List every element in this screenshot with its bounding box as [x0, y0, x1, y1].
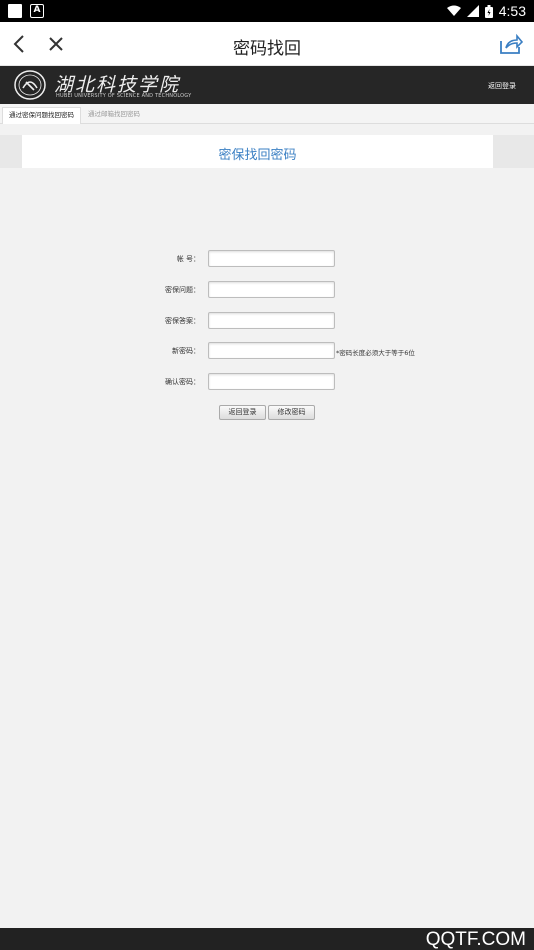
change-password-button[interactable]: 修改密码	[268, 405, 315, 420]
security-answer-input[interactable]	[208, 312, 335, 329]
security-answer-label: 密保答案：	[165, 317, 200, 325]
return-login-link[interactable]: 返回登录	[488, 81, 516, 91]
university-banner: 湖北科技学院 HUBEI UNIVERSITY OF SCIENCE AND T…	[0, 66, 534, 104]
top-app-bar: 密码找回	[0, 22, 534, 66]
bottom-bar: QQTF.COM	[0, 928, 534, 950]
notification-square-icon	[8, 4, 22, 18]
status-bar: A 4:53	[0, 0, 534, 22]
section-header-panel: 密保找回密码	[22, 135, 493, 168]
recovery-method-tabs: 通过密保问题找回密码 通过邮箱找回密码	[0, 104, 534, 124]
logo-english-text: HUBEI UNIVERSITY OF SCIENCE AND TECHNOLO…	[56, 93, 192, 99]
account-input[interactable]	[208, 250, 335, 267]
password-length-hint: *密码长度必须大于等于6位	[336, 349, 415, 357]
security-question-row: 密保问题：	[0, 281, 534, 299]
wifi-icon	[446, 5, 461, 16]
security-answer-row: 密保答案：	[0, 312, 534, 330]
share-icon[interactable]	[498, 31, 524, 57]
page-title: 密码找回	[233, 39, 301, 58]
new-password-input[interactable]	[208, 342, 335, 359]
confirm-password-input[interactable]	[208, 373, 335, 390]
section-header: 密保找回密码	[0, 135, 534, 168]
new-password-label: 新密码：	[172, 347, 200, 355]
tab-security-question[interactable]: 通过密保问题找回密码	[2, 107, 81, 124]
university-logo-icon	[14, 70, 46, 100]
account-label: 帐 号：	[176, 255, 200, 263]
watermark-text: QQTF.COM	[425, 929, 526, 950]
confirm-password-row: 确认密码：	[0, 373, 534, 391]
signal-icon	[466, 5, 479, 17]
new-password-row: 新密码： *密码长度必须大于等于6位	[0, 342, 534, 360]
security-question-label: 密保问题：	[165, 286, 200, 294]
battery-icon	[484, 4, 493, 18]
confirm-password-label: 确认密码：	[165, 378, 200, 386]
tab-email[interactable]: 通过邮箱找回密码	[82, 107, 146, 124]
status-time: 4:53	[498, 3, 526, 19]
back-to-login-button[interactable]: 返回登录	[219, 405, 266, 420]
security-question-input[interactable]	[208, 281, 335, 298]
section-title: 密保找回密码	[218, 148, 297, 163]
a-badge-icon: A	[30, 4, 44, 18]
account-row: 帐 号：	[0, 250, 534, 268]
